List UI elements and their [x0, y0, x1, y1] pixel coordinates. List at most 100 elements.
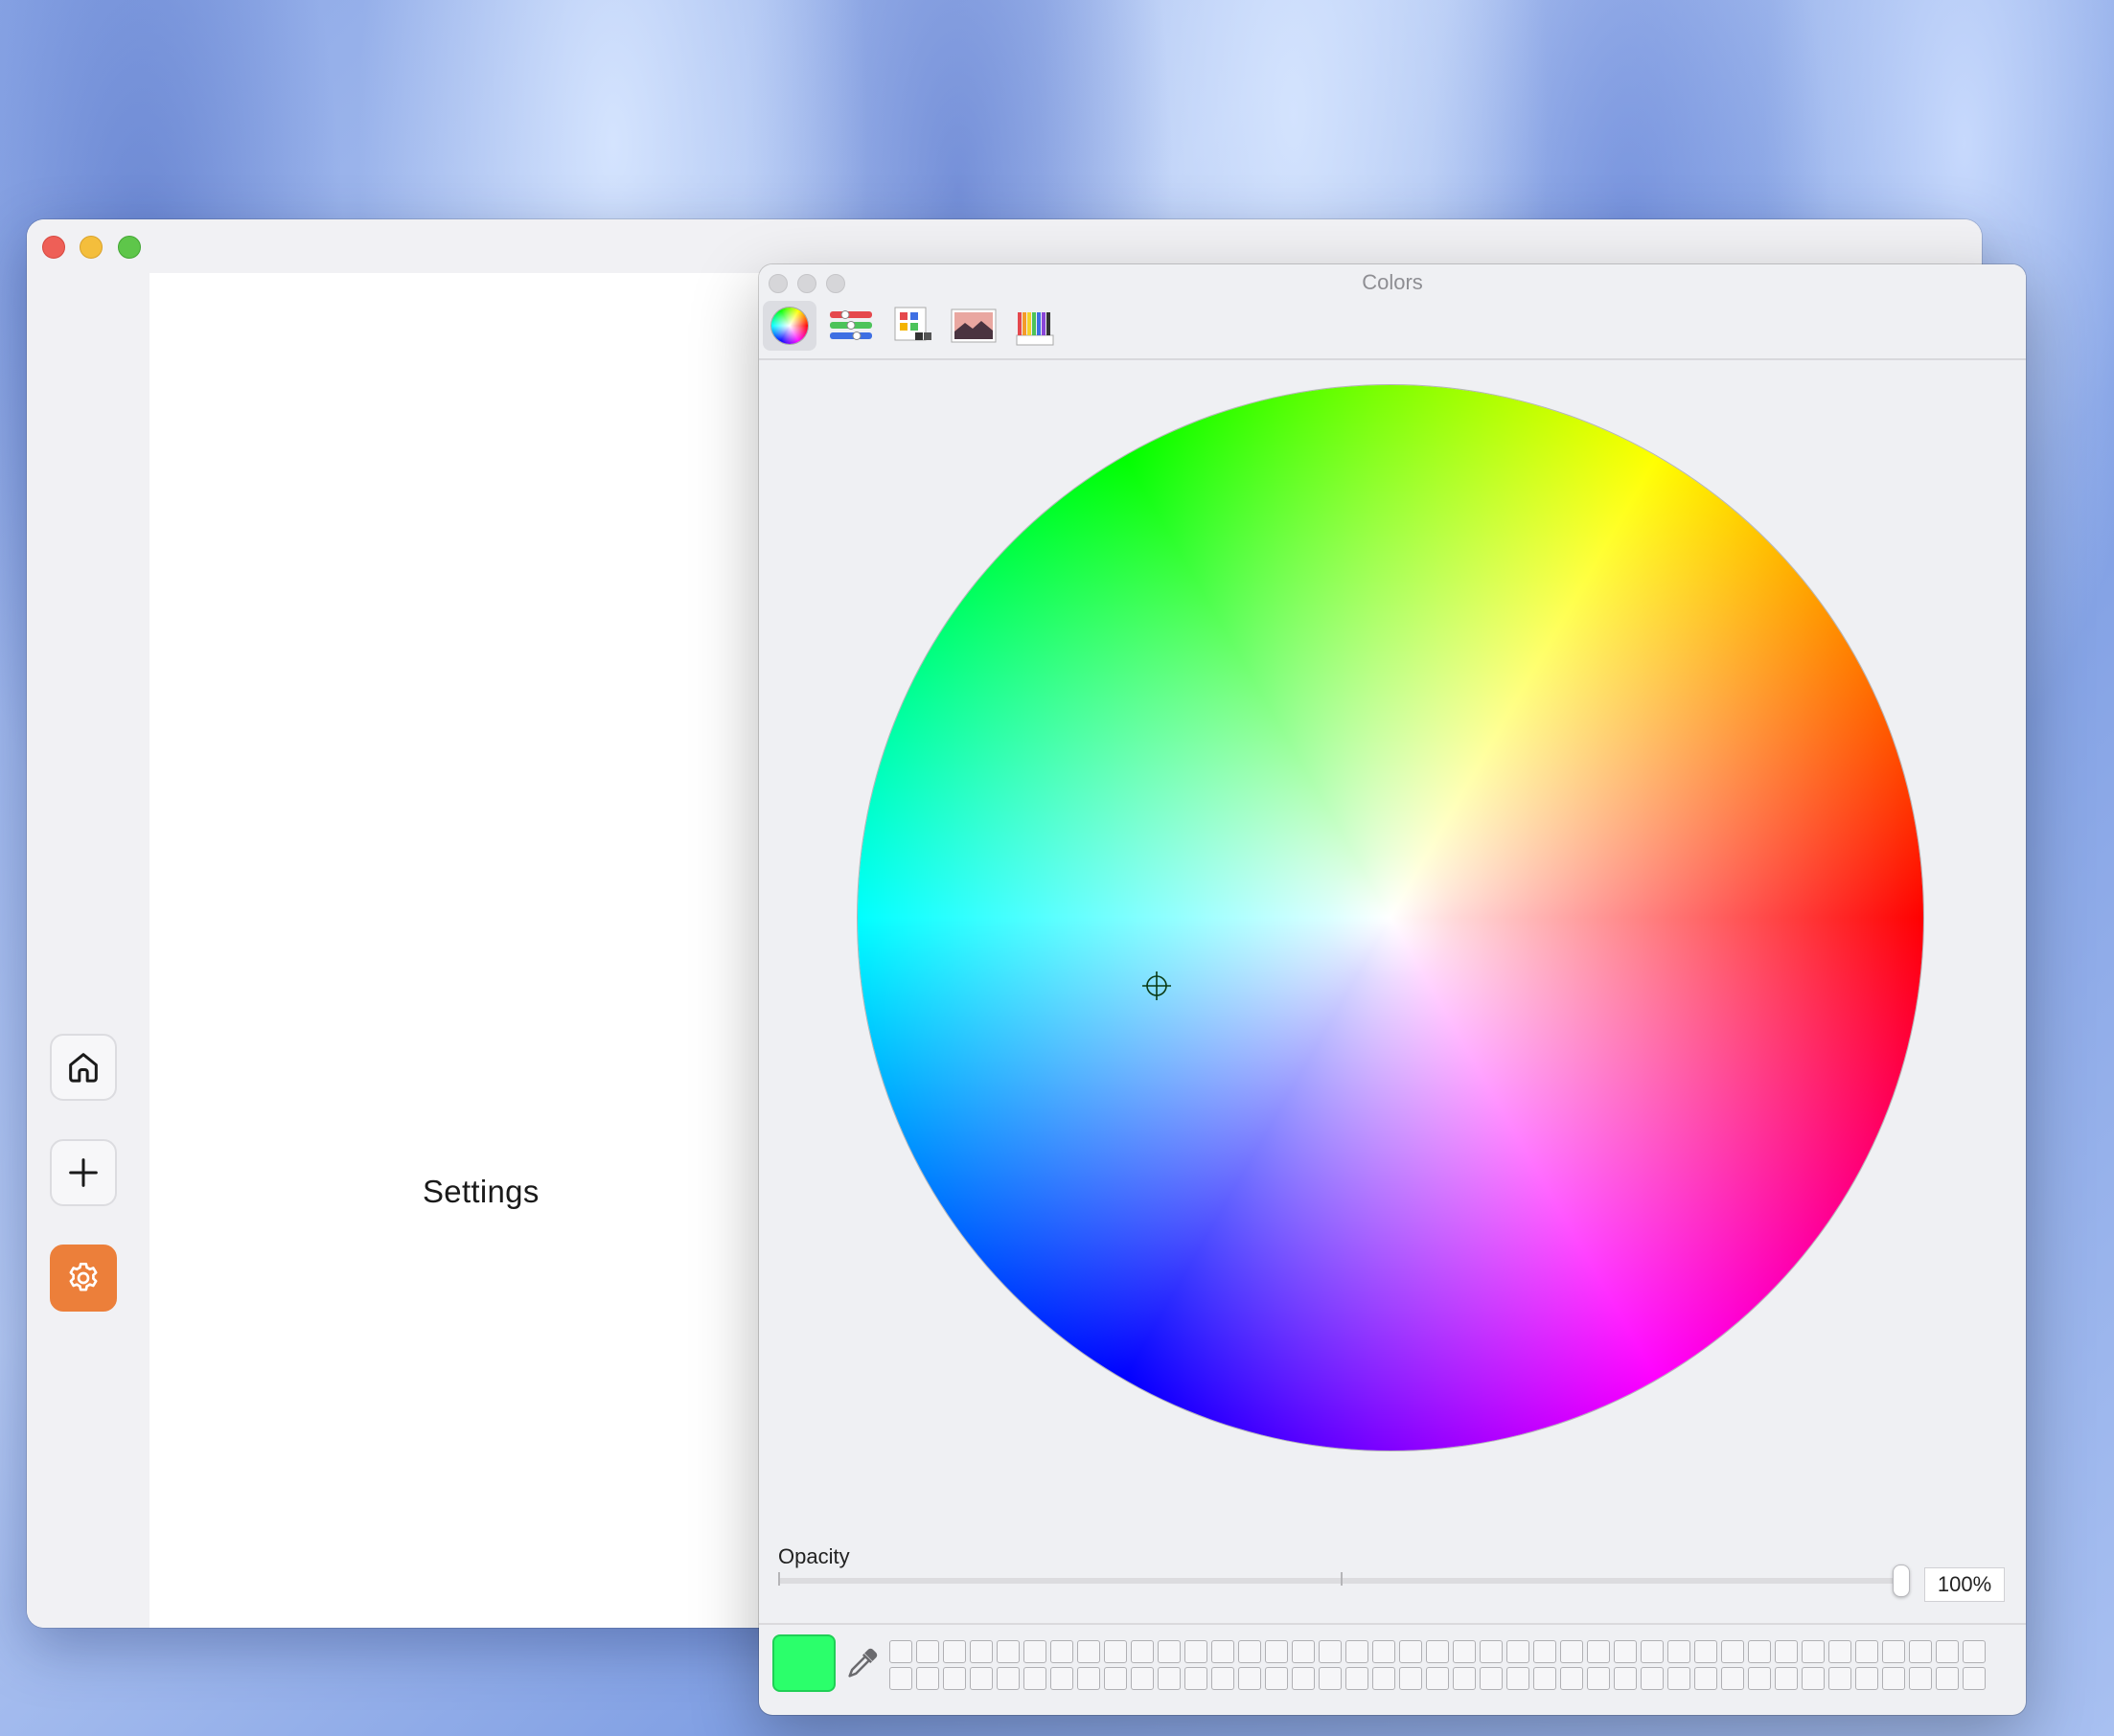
custom-swatch-cell[interactable] — [1372, 1640, 1395, 1663]
settings-button[interactable] — [50, 1245, 117, 1312]
custom-swatch-cell[interactable] — [1641, 1640, 1664, 1663]
custom-swatch-cell[interactable] — [1131, 1667, 1154, 1690]
custom-swatch-cell[interactable] — [1855, 1667, 1878, 1690]
custom-swatch-cell[interactable] — [1748, 1667, 1771, 1690]
custom-swatch-cell[interactable] — [889, 1667, 912, 1690]
custom-swatch-cell[interactable] — [970, 1667, 993, 1690]
custom-swatch-cell[interactable] — [1023, 1667, 1046, 1690]
custom-swatch-cell[interactable] — [1158, 1667, 1181, 1690]
custom-swatch-cell[interactable] — [1319, 1667, 1342, 1690]
color-palettes-mode-button[interactable] — [885, 301, 939, 351]
custom-swatch-cell[interactable] — [1802, 1667, 1825, 1690]
image-palettes-mode-button[interactable] — [947, 301, 1000, 351]
custom-swatch-cell[interactable] — [1104, 1667, 1127, 1690]
custom-swatch-cell[interactable] — [1667, 1640, 1690, 1663]
minimize-window-button[interactable] — [80, 236, 103, 259]
add-button[interactable] — [50, 1139, 117, 1206]
custom-swatch-cell[interactable] — [1345, 1640, 1368, 1663]
color-wheel-mode-button[interactable] — [763, 301, 816, 351]
custom-swatch-cell[interactable] — [1587, 1640, 1610, 1663]
close-window-button[interactable] — [42, 236, 65, 259]
custom-swatch-cell[interactable] — [1399, 1667, 1422, 1690]
custom-swatch-cell[interactable] — [1345, 1667, 1368, 1690]
custom-swatch-cell[interactable] — [916, 1667, 939, 1690]
custom-swatch-cell[interactable] — [970, 1640, 993, 1663]
custom-swatch-cell[interactable] — [1265, 1640, 1288, 1663]
custom-swatch-cell[interactable] — [997, 1640, 1020, 1663]
custom-swatch-cell[interactable] — [1480, 1640, 1503, 1663]
custom-swatch-cell[interactable] — [1319, 1640, 1342, 1663]
custom-swatch-cell[interactable] — [1909, 1640, 1932, 1663]
custom-swatch-cell[interactable] — [1614, 1640, 1637, 1663]
custom-swatch-cell[interactable] — [1828, 1640, 1851, 1663]
custom-swatch-cell[interactable] — [1453, 1667, 1476, 1690]
custom-swatch-cell[interactable] — [1909, 1667, 1932, 1690]
custom-swatch-cell[interactable] — [1882, 1640, 1905, 1663]
custom-swatch-cell[interactable] — [1775, 1667, 1798, 1690]
custom-swatch-cell[interactable] — [1050, 1667, 1073, 1690]
custom-swatch-cell[interactable] — [1533, 1667, 1556, 1690]
custom-swatch-cell[interactable] — [1963, 1640, 1986, 1663]
custom-swatch-cell[interactable] — [1721, 1640, 1744, 1663]
custom-swatch-cell[interactable] — [1587, 1667, 1610, 1690]
custom-swatch-cell[interactable] — [1802, 1640, 1825, 1663]
custom-swatch-cell[interactable] — [1694, 1640, 1717, 1663]
custom-swatch-cell[interactable] — [889, 1640, 912, 1663]
home-button[interactable] — [50, 1034, 117, 1101]
custom-swatch-cell[interactable] — [1077, 1667, 1100, 1690]
custom-swatch-cell[interactable] — [1694, 1667, 1717, 1690]
opacity-value-field[interactable]: 100% — [1924, 1567, 2005, 1602]
custom-swatch-cell[interactable] — [1372, 1667, 1395, 1690]
custom-swatch-cell[interactable] — [1641, 1667, 1664, 1690]
custom-swatch-cell[interactable] — [1050, 1640, 1073, 1663]
opacity-slider[interactable] — [778, 1565, 1910, 1597]
current-color-swatch[interactable] — [772, 1634, 836, 1692]
custom-swatch-cell[interactable] — [943, 1640, 966, 1663]
eyedropper-icon[interactable] — [843, 1644, 882, 1682]
custom-swatch-cell[interactable] — [1184, 1667, 1207, 1690]
custom-swatch-cell[interactable] — [1936, 1640, 1959, 1663]
custom-swatch-cell[interactable] — [1184, 1640, 1207, 1663]
custom-swatch-cell[interactable] — [1265, 1667, 1288, 1690]
custom-swatch-cell[interactable] — [1453, 1640, 1476, 1663]
custom-swatch-cell[interactable] — [943, 1667, 966, 1690]
pencils-mode-button[interactable] — [1008, 301, 1062, 351]
custom-swatch-cell[interactable] — [1426, 1667, 1449, 1690]
custom-swatch-cell[interactable] — [1775, 1640, 1798, 1663]
custom-swatch-cell[interactable] — [1560, 1640, 1583, 1663]
custom-swatch-cell[interactable] — [1211, 1640, 1234, 1663]
custom-swatch-cell[interactable] — [1506, 1667, 1529, 1690]
custom-swatch-cell[interactable] — [1560, 1667, 1583, 1690]
custom-swatch-cell[interactable] — [1292, 1667, 1315, 1690]
custom-swatch-cell[interactable] — [997, 1667, 1020, 1690]
custom-swatch-cell[interactable] — [1748, 1640, 1771, 1663]
custom-swatch-cell[interactable] — [916, 1640, 939, 1663]
custom-swatch-cell[interactable] — [1104, 1640, 1127, 1663]
custom-swatch-cell[interactable] — [1936, 1667, 1959, 1690]
custom-swatch-cell[interactable] — [1721, 1667, 1744, 1690]
custom-swatch-cell[interactable] — [1533, 1640, 1556, 1663]
custom-swatch-cell[interactable] — [1077, 1640, 1100, 1663]
custom-swatch-cell[interactable] — [1131, 1640, 1154, 1663]
custom-swatch-cell[interactable] — [1399, 1640, 1422, 1663]
color-sliders-mode-button[interactable] — [824, 301, 878, 351]
custom-swatch-cell[interactable] — [1882, 1667, 1905, 1690]
opacity-slider-knob[interactable] — [1893, 1565, 1910, 1597]
custom-swatch-cell[interactable] — [1855, 1640, 1878, 1663]
custom-swatch-cell[interactable] — [1158, 1640, 1181, 1663]
custom-swatch-cell[interactable] — [1614, 1667, 1637, 1690]
zoom-window-button[interactable] — [118, 236, 141, 259]
custom-swatch-cell[interactable] — [1238, 1667, 1261, 1690]
custom-swatch-cell[interactable] — [1211, 1667, 1234, 1690]
color-wheel[interactable] — [858, 385, 1923, 1450]
custom-swatch-cell[interactable] — [1828, 1667, 1851, 1690]
custom-swatch-cell[interactable] — [1292, 1640, 1315, 1663]
custom-swatch-cell[interactable] — [1023, 1640, 1046, 1663]
custom-swatch-cell[interactable] — [1480, 1667, 1503, 1690]
custom-swatch-cell[interactable] — [1506, 1640, 1529, 1663]
custom-swatch-cell[interactable] — [1963, 1667, 1986, 1690]
color-picker-crosshair[interactable] — [1140, 970, 1173, 1002]
custom-swatch-cell[interactable] — [1238, 1640, 1261, 1663]
custom-swatch-cell[interactable] — [1426, 1640, 1449, 1663]
custom-swatch-cell[interactable] — [1667, 1667, 1690, 1690]
